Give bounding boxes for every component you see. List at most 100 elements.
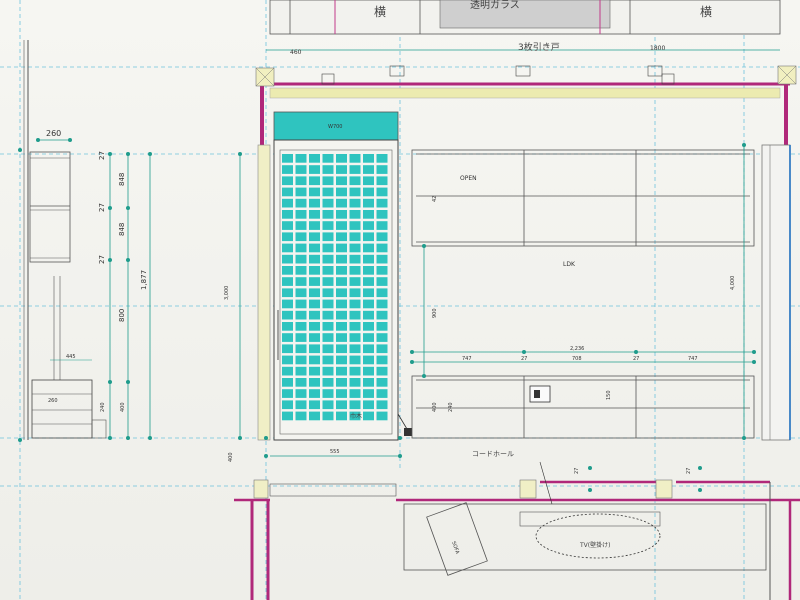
glass-pane: [322, 198, 334, 208]
dimension-dot: [126, 206, 130, 210]
door-label: W700: [328, 124, 343, 130]
glass-pane: [309, 198, 320, 208]
dimension-dot: [126, 380, 130, 384]
glass-pane: [295, 210, 307, 219]
glass-pane: [282, 254, 293, 264]
glass-pane: [336, 355, 347, 365]
dimension-dot: [410, 350, 414, 354]
glass-pane: [336, 198, 347, 208]
glass-pane: [322, 254, 334, 264]
glass-pane: [349, 378, 361, 387]
glass-pane: [349, 299, 361, 309]
glass-pane: [349, 322, 361, 331]
glass-pane: [363, 187, 374, 197]
glass-pane: [363, 198, 374, 208]
glass-pane: [376, 344, 388, 354]
glass-pane: [309, 411, 320, 421]
glass-pane: [336, 310, 347, 320]
glass-pane: [363, 333, 374, 342]
dim-cab-400: 400: [432, 402, 438, 412]
glass-pane: [322, 210, 334, 219]
glass-pane: [363, 232, 374, 242]
glass-pane: [322, 344, 334, 354]
cad-screenshot: 横 横 透明ガラス 460 1800 3枚引き戸 W700 巾木 OPEN LD…: [0, 0, 800, 600]
glass-pane: [336, 378, 347, 387]
glass-pane: [363, 176, 374, 186]
dimension-dot: [398, 436, 402, 440]
glass-pane: [309, 322, 320, 331]
glass-pane: [309, 366, 320, 376]
glass-pane: [295, 266, 307, 275]
dimension-dot: [522, 350, 526, 354]
lower-room: SOFA TV(壁掛け) コードホール: [234, 450, 800, 600]
glass-pane: [336, 210, 347, 219]
dim-900: 900: [432, 308, 438, 318]
cord-reel-label: コードホール: [472, 450, 514, 458]
glass-pane: [376, 221, 388, 230]
glass-pane: [295, 187, 307, 197]
glass-pane: [376, 310, 388, 320]
glass-pane: [336, 389, 347, 398]
glass-pane: [336, 243, 347, 253]
glass-pane: [295, 333, 307, 342]
dim-400: 400: [120, 402, 126, 412]
glass-pane: [336, 154, 347, 163]
glass-pane: [282, 333, 293, 342]
glass-pane: [295, 277, 307, 286]
glass-pane: [336, 221, 347, 230]
dim-27a: 27: [98, 151, 106, 160]
dimension-dot: [588, 488, 592, 492]
glass-pane: [349, 266, 361, 275]
glass-pane: [309, 400, 320, 410]
dimension-dot: [698, 466, 702, 470]
glass-pane: [363, 288, 374, 298]
glass-pane: [349, 198, 361, 208]
glass-pane: [295, 355, 307, 365]
glass-pane: [282, 378, 293, 387]
glass-pane: [295, 411, 307, 421]
floor-plan-drawing: 横 横 透明ガラス 460 1800 3枚引き戸 W700 巾木 OPEN LD…: [0, 0, 800, 600]
glass-pane: [349, 366, 361, 376]
glass-pane: [295, 232, 307, 242]
glass-pane: [376, 176, 388, 186]
glass-pane: [349, 232, 361, 242]
glass-pane: [363, 400, 374, 410]
dimension-dot: [422, 374, 426, 378]
glass-pane: [336, 187, 347, 197]
dim-27b: 27: [98, 203, 106, 212]
glass-label: 透明ガラス: [470, 0, 520, 11]
glass-pane: [309, 333, 320, 342]
dimension-dot: [108, 206, 112, 210]
glass-pane: [322, 187, 334, 197]
glass-pane: [322, 176, 334, 186]
glass-pane: [309, 243, 320, 253]
glass-pane: [322, 366, 334, 376]
glass-pane: [295, 198, 307, 208]
glass-pane: [376, 187, 388, 197]
glass-pane: [322, 400, 334, 410]
glass-pane: [309, 288, 320, 298]
dim-4000: 4,000: [730, 276, 736, 290]
glass-pane: [336, 400, 347, 410]
dim-747b: 747: [688, 356, 698, 362]
glass-pane: [376, 378, 388, 387]
glass-pane: [282, 400, 293, 410]
glass-pane: [349, 389, 361, 398]
glass-pane: [295, 378, 307, 387]
glass-pane: [309, 187, 320, 197]
glass-pane: [309, 389, 320, 398]
glass-pane: [295, 221, 307, 230]
dimension-dot: [126, 436, 130, 440]
glass-pane: [282, 344, 293, 354]
glass-pane: [309, 266, 320, 275]
glass-pane: [295, 366, 307, 376]
glass-pane: [295, 165, 307, 174]
glass-pane: [376, 389, 388, 398]
glass-pane: [336, 288, 347, 298]
glass-pane: [363, 277, 374, 286]
dimension-dot: [752, 360, 756, 364]
dimension-dot: [68, 138, 72, 142]
glass-pane: [322, 378, 334, 387]
glass-pane: [322, 277, 334, 286]
tv-label: TV(壁掛け): [579, 541, 610, 549]
